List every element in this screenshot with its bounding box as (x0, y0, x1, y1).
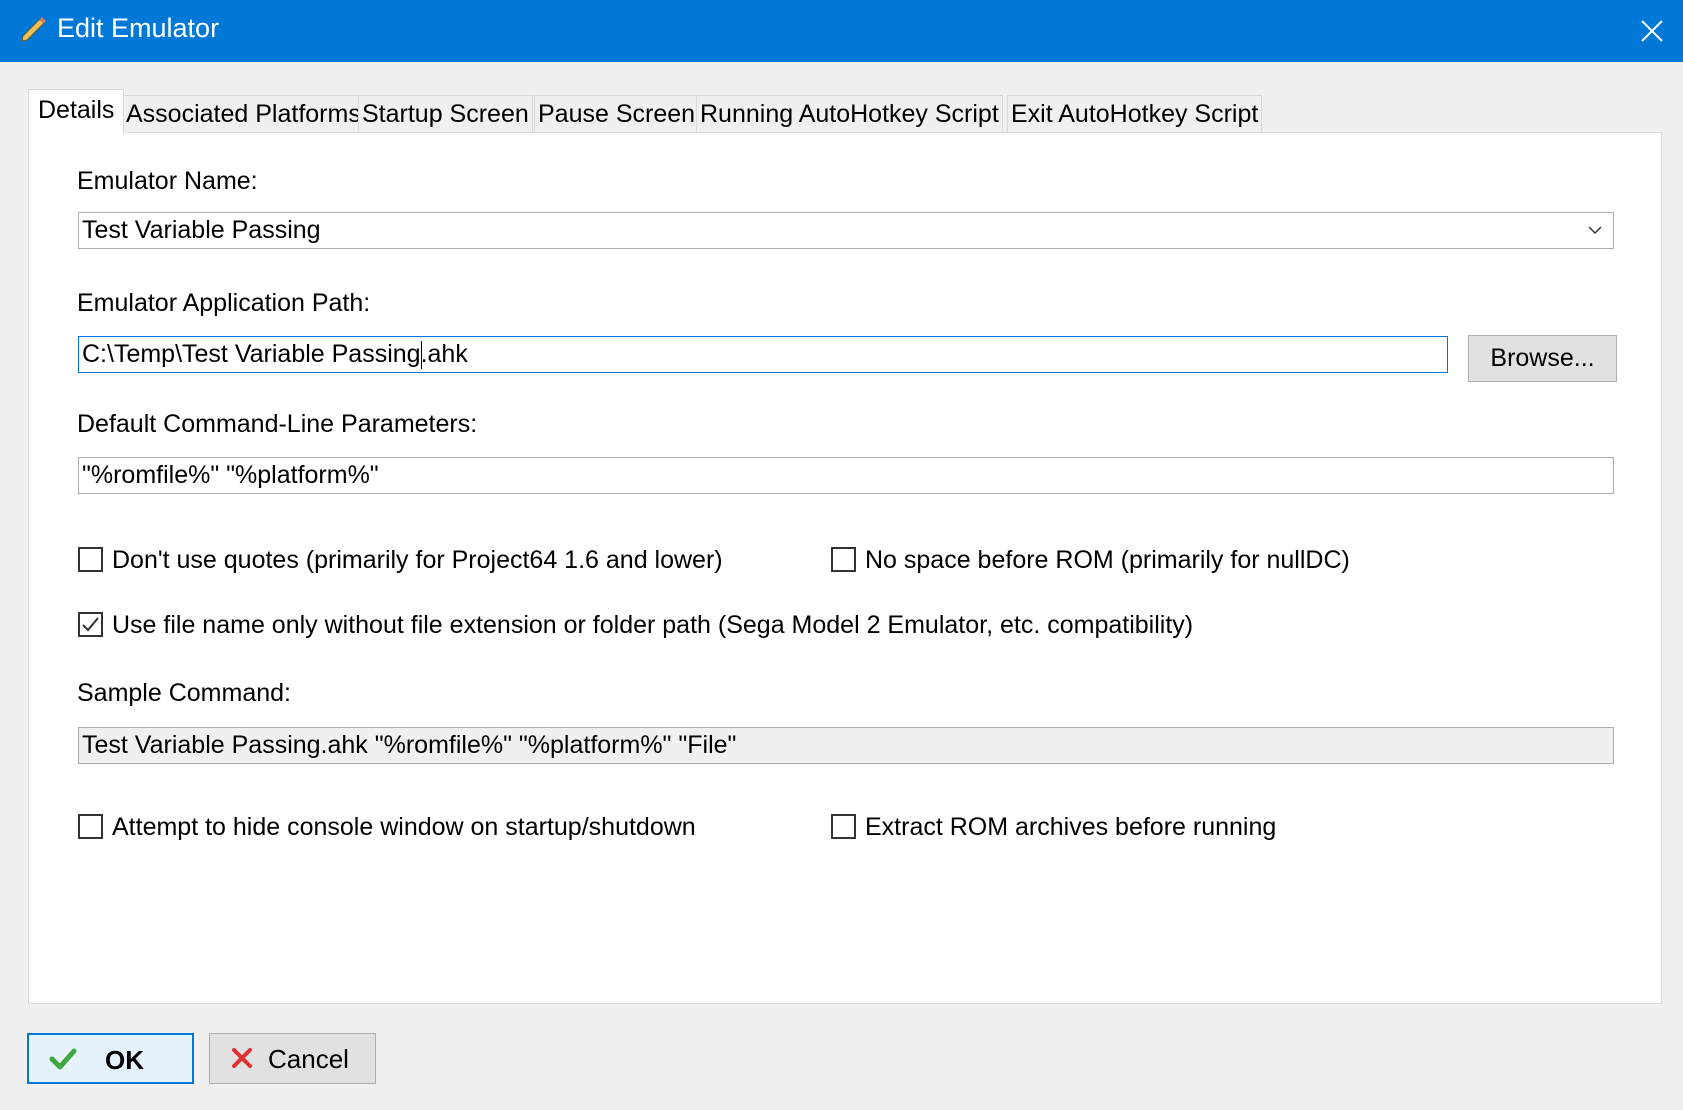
close-button[interactable] (1621, 0, 1683, 62)
tab-running-autohotkey-script[interactable]: Running AutoHotkey Script (696, 95, 1003, 133)
no-space-box[interactable] (831, 547, 856, 572)
close-icon (1641, 20, 1663, 42)
app-path-text-after-caret: .ahk (420, 340, 468, 368)
no-quotes-box[interactable] (78, 547, 103, 572)
no-space-label: No space before ROM (primarily for nullD… (865, 546, 1350, 574)
hide-console-label: Attempt to hide console window on startu… (112, 813, 696, 841)
tab-exit-autohotkey-script[interactable]: Exit AutoHotkey Script (1007, 95, 1263, 133)
red-x-icon (232, 1048, 252, 1068)
details-panel: Emulator Name: Test Variable Passing Emu… (28, 132, 1662, 1004)
app-path-text-before-caret: C:\Temp\Test Variable Passing (82, 340, 421, 368)
filename-only-box[interactable] (78, 612, 103, 637)
checkmark-icon (49, 1048, 77, 1070)
chevron-down-icon[interactable] (1587, 222, 1603, 238)
title-bar: Edit Emulator (0, 0, 1683, 62)
cmdline-label: Default Command-Line Parameters: (77, 410, 478, 438)
hide-console-box[interactable] (78, 814, 103, 839)
pencil-icon (18, 14, 48, 44)
cmdline-input[interactable]: "%romfile%" "%platform%" (78, 457, 1614, 494)
ok-button[interactable]: OK (27, 1033, 194, 1084)
tab-pause-screen[interactable]: Pause Screen (534, 95, 700, 133)
checkmark-icon (82, 617, 99, 632)
emulator-name-combobox[interactable]: Test Variable Passing (78, 212, 1614, 249)
emulator-name-label: Emulator Name: (77, 167, 258, 195)
tab-details[interactable]: Details (28, 89, 125, 135)
extract-rom-box[interactable] (831, 814, 856, 839)
emulator-name-value: Test Variable Passing (82, 216, 321, 244)
no-quotes-label: Don't use quotes (primarily for Project6… (112, 546, 723, 574)
window-title: Edit Emulator (57, 13, 220, 43)
tab-startup-screen[interactable]: Startup Screen (358, 95, 533, 133)
browse-button[interactable]: Browse... (1468, 335, 1617, 382)
filename-only-label: Use file name only without file extensio… (112, 611, 1194, 639)
tab-associated-platforms[interactable]: Associated Platforms (122, 95, 365, 133)
app-path-label: Emulator Application Path: (77, 289, 371, 317)
app-path-input[interactable]: C:\Temp\Test Variable Passing.ahk (78, 336, 1448, 373)
sample-command-label: Sample Command: (77, 679, 291, 707)
extract-rom-label: Extract ROM archives before running (865, 813, 1277, 841)
cancel-label: Cancel (268, 1044, 349, 1074)
sample-command-field: Test Variable Passing.ahk "%romfile%" "%… (78, 727, 1614, 764)
ok-label: OK (105, 1045, 144, 1075)
cancel-button[interactable]: Cancel (209, 1033, 376, 1084)
